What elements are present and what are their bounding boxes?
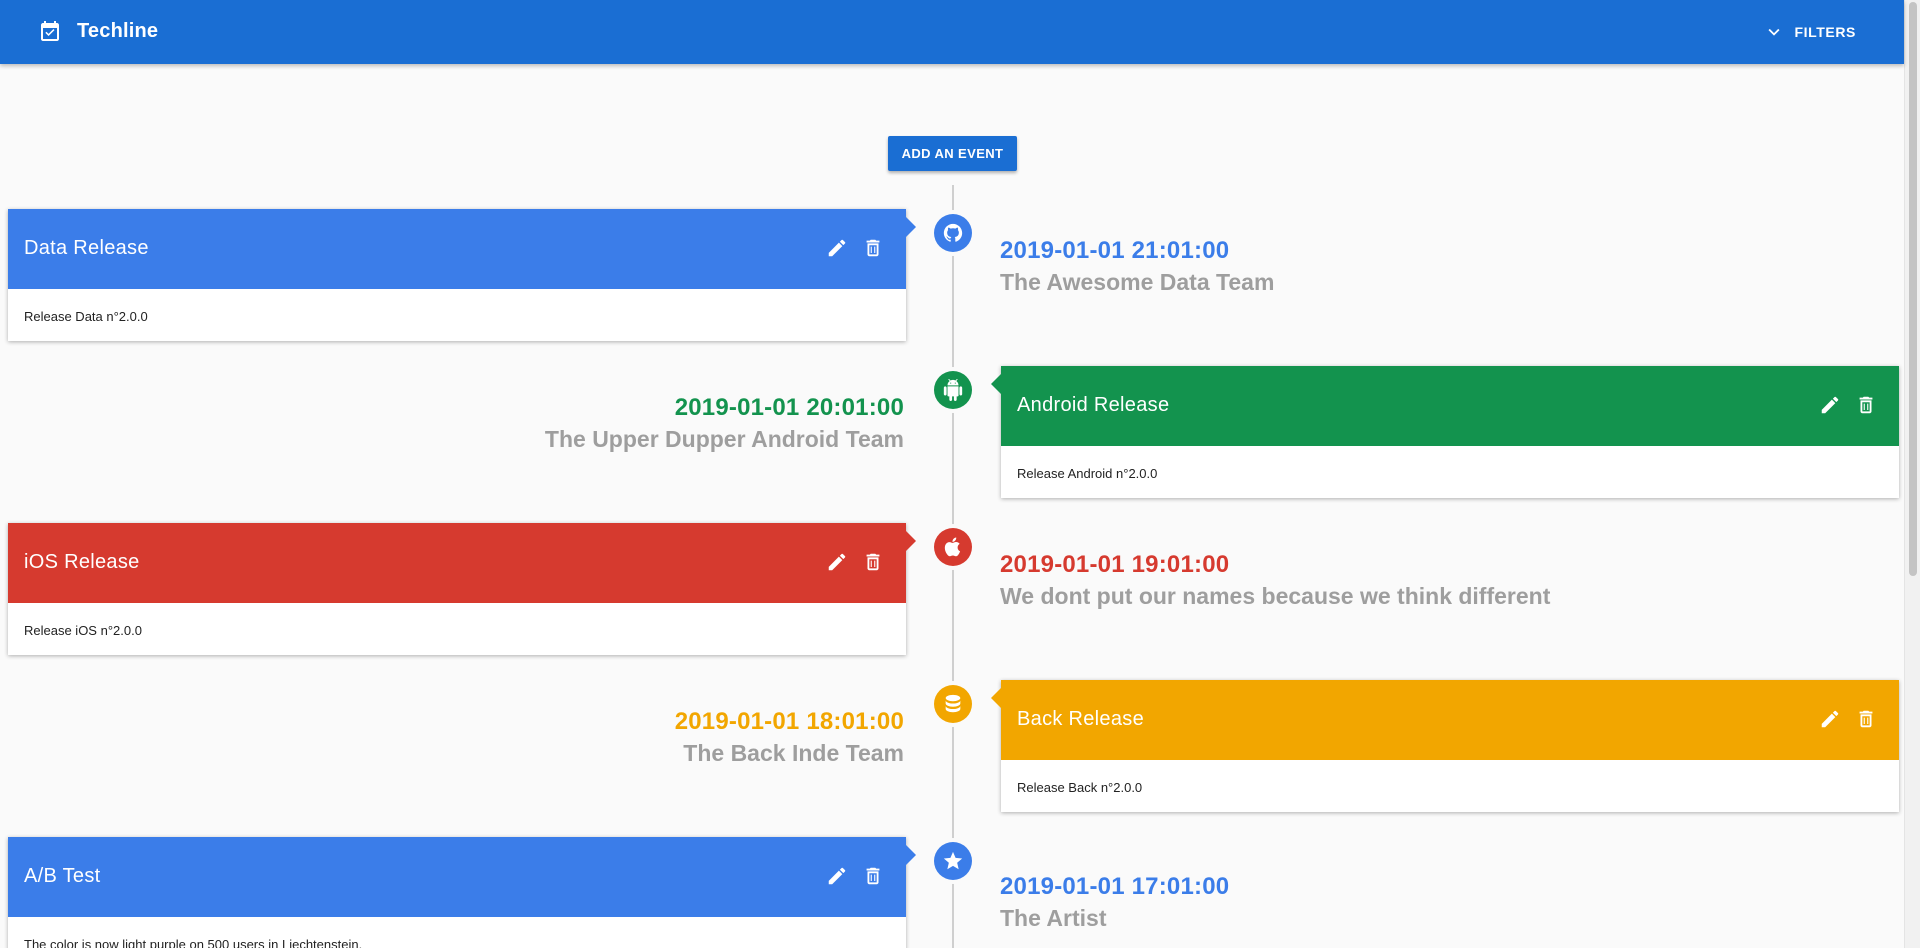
event-card-header: A/B Test xyxy=(8,837,916,917)
event-card-android-release: Android Release Release Android n°2.0.0 xyxy=(991,366,1899,498)
app-header: Techline FILTERS xyxy=(0,0,1904,64)
delete-icon[interactable] xyxy=(1855,708,1877,730)
event-actions xyxy=(1819,708,1877,730)
event-dot xyxy=(934,528,972,566)
star-icon xyxy=(943,851,963,870)
event-description: Release iOS n°2.0.0 xyxy=(24,623,142,638)
page: Techline FILTERS ADD AN EVENT Data Relea… xyxy=(0,0,1920,948)
event-date: 2019-01-01 21:01:00 xyxy=(1000,237,1230,264)
card-pointer xyxy=(991,374,1001,394)
delete-icon[interactable] xyxy=(862,237,884,259)
event-title: Android Release xyxy=(1017,394,1170,416)
event-title: Data Release xyxy=(24,237,149,259)
apple-icon xyxy=(944,537,961,557)
event-team: We dont put our names because we think d… xyxy=(1000,583,1551,609)
event-meta: 2019-01-01 20:01:00 The Upper Dupper And… xyxy=(545,393,904,455)
event-card-header: Back Release xyxy=(991,680,1899,760)
delete-icon[interactable] xyxy=(1855,394,1877,416)
event-title: Back Release xyxy=(1017,708,1144,730)
event-description: The color is now light purple on 500 use… xyxy=(24,937,363,948)
event-card-header: iOS Release xyxy=(8,523,916,603)
edit-icon[interactable] xyxy=(1819,708,1841,730)
scrollbar-thumb[interactable] xyxy=(1909,2,1917,576)
event-card-back-release: Back Release Release Back n°2.0.0 xyxy=(991,680,1899,812)
event-card-ios-release: iOS Release Release iOS n°2.0.0 xyxy=(8,523,916,655)
event-actions xyxy=(1819,394,1877,416)
edit-icon[interactable] xyxy=(826,551,848,573)
event-date: 2019-01-01 18:01:00 xyxy=(674,708,904,735)
edit-icon[interactable] xyxy=(826,237,848,259)
card-pointer xyxy=(991,688,1001,708)
event-description: Release Android n°2.0.0 xyxy=(1017,466,1158,481)
event-date: 2019-01-01 20:01:00 xyxy=(674,394,904,421)
event-actions xyxy=(826,865,884,887)
event-title: iOS Release xyxy=(24,551,140,573)
event-description: Release Data n°2.0.0 xyxy=(24,309,148,324)
event-card-header: Android Release xyxy=(991,366,1899,446)
filters-button[interactable]: FILTERS xyxy=(1763,16,1857,48)
event-dot xyxy=(934,842,972,880)
event-meta: 2019-01-01 21:01:00 The Awesome Data Tea… xyxy=(1000,236,1274,298)
event-description: Release Back n°2.0.0 xyxy=(1017,780,1143,795)
calendar-check-icon xyxy=(41,21,59,41)
database-icon xyxy=(945,694,961,713)
card-pointer xyxy=(906,217,916,237)
event-team: The Artist xyxy=(1000,905,1107,931)
edit-icon[interactable] xyxy=(1819,394,1841,416)
event-team: The Upper Dupper Android Team xyxy=(544,426,904,452)
event-meta: 2019-01-01 18:01:00 The Back Inde Team xyxy=(675,707,904,769)
app-title: Techline xyxy=(77,20,159,42)
event-date: 2019-01-01 19:01:00 xyxy=(1000,551,1230,578)
event-card-header: Data Release xyxy=(8,209,916,289)
github-icon xyxy=(943,223,963,242)
event-title: A/B Test xyxy=(24,865,101,887)
event-dot xyxy=(934,371,972,409)
event-card-ab-test: A/B Test The color is now light purple o… xyxy=(8,837,916,948)
card-pointer xyxy=(906,531,916,551)
add-event-button[interactable]: ADD AN EVENT xyxy=(888,136,1017,171)
delete-icon[interactable] xyxy=(862,551,884,573)
event-card-data-release: Data Release Release Data n°2.0.0 xyxy=(8,209,916,341)
event-team: The Awesome Data Team xyxy=(1000,269,1275,295)
timeline-line xyxy=(952,185,954,948)
event-actions xyxy=(826,237,884,259)
event-date: 2019-01-01 17:01:00 xyxy=(1000,873,1230,900)
event-dot xyxy=(934,685,972,723)
event-team: The Back Inde Team xyxy=(683,740,904,766)
card-pointer xyxy=(906,845,916,865)
chevron-down-icon xyxy=(1768,28,1779,36)
vertical-scrollbar[interactable] xyxy=(1904,0,1920,948)
android-icon xyxy=(943,379,963,401)
filters-label: FILTERS xyxy=(1794,24,1856,40)
edit-icon[interactable] xyxy=(826,865,848,887)
event-meta: 2019-01-01 17:01:00 The Artist xyxy=(1000,872,1229,934)
event-meta: 2019-01-01 19:01:00 We dont put our name… xyxy=(1000,550,1550,612)
event-dot xyxy=(934,214,972,252)
delete-icon[interactable] xyxy=(862,865,884,887)
event-actions xyxy=(826,551,884,573)
